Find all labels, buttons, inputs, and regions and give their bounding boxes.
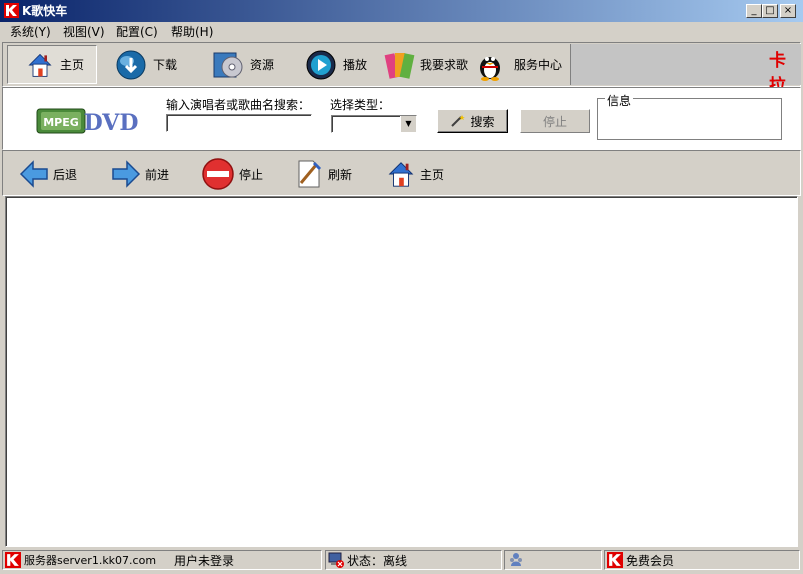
marquee-panel: 卡拉 (570, 44, 801, 96)
resource-cd-icon (213, 52, 243, 77)
refresh-button-label: 刷新 (328, 167, 353, 182)
type-select[interactable]: ▼ (331, 115, 417, 133)
status-connection-panel: 状态：离线 (325, 550, 502, 570)
tab-download-label: 下载 (153, 58, 178, 72)
main-toolbar: 主页 下载 资源 播放 我要求歌 服务中心 卡拉 (2, 42, 801, 96)
users-icon (510, 553, 522, 566)
connection-status: 状态：离线 (347, 553, 408, 568)
tab-play-label: 播放 (343, 58, 368, 72)
request-song-icon (384, 52, 415, 79)
app-logo-icon (4, 3, 19, 18)
mpeg-dvd-logo: MPEG DVD (36, 108, 139, 136)
k-logo-icon (5, 552, 21, 568)
home-icon (28, 53, 52, 77)
back-arrow-icon (19, 160, 48, 188)
close-button[interactable]: × (780, 4, 796, 18)
window-title: K歌快车 (22, 4, 68, 18)
info-label: 信息 (605, 92, 634, 109)
nav-home-button[interactable]: 主页 (386, 159, 444, 189)
tab-home[interactable]: 主页 (7, 45, 97, 84)
download-globe-icon (116, 50, 146, 79)
menu-config[interactable]: 配置(C) (116, 24, 158, 40)
membership-level: 免费会员 (626, 553, 675, 568)
offline-computer-icon (328, 552, 344, 568)
stop-button[interactable]: 停止 (201, 158, 264, 190)
chevron-down-icon[interactable]: ▼ (400, 116, 416, 132)
tab-play[interactable]: 播放 (305, 45, 367, 84)
menu-view[interactable]: 视图(V) (63, 24, 105, 40)
back-button[interactable]: 后退 (19, 159, 77, 189)
forward-button[interactable]: 前进 (111, 159, 169, 189)
menu-bar: 系统(Y) 视图(V) 配置(C) 帮助(H) (0, 22, 803, 42)
wand-icon (451, 115, 466, 127)
forward-arrow-icon (112, 160, 141, 188)
tab-request-song-label: 我要求歌 (420, 58, 469, 72)
menu-help[interactable]: 帮助(H) (171, 24, 213, 40)
stop-icon (202, 158, 234, 190)
minimize-button[interactable]: _ (746, 4, 762, 18)
refresh-icon (298, 160, 322, 188)
status-bar: 服务器server1.kk07.com 用户未登录 状态：离线 免费会员 (0, 548, 803, 574)
nav-home-button-label: 主页 (420, 167, 445, 182)
k-logo-icon (607, 552, 623, 568)
status-membership-panel: 免费会员 (604, 550, 800, 570)
tab-service-center-label: 服务中心 (514, 58, 563, 72)
back-button-label: 后退 (53, 167, 78, 182)
stop-search-button-label: 停止 (542, 114, 567, 129)
tab-home-label: 主页 (60, 58, 85, 72)
stop-search-button[interactable]: 停止 (520, 109, 590, 133)
maximize-button[interactable]: □ (762, 4, 778, 18)
tab-service-center[interactable]: 服务中心 (474, 45, 562, 84)
play-disc-icon (306, 50, 336, 79)
status-users-panel (504, 550, 602, 570)
stop-button-label: 停止 (239, 167, 264, 182)
type-select-label: 选择类型： (330, 98, 391, 112)
search-input[interactable] (166, 114, 312, 132)
tab-request-song[interactable]: 我要求歌 (384, 45, 468, 84)
logo-mpeg-text: MPEG (43, 116, 79, 129)
browser-content-area[interactable] (5, 196, 798, 547)
forward-button-label: 前进 (145, 167, 170, 182)
login-status: 用户未登录 (174, 553, 235, 568)
nav-toolbar: 后退 前进 停止 刷新 主页 (2, 150, 801, 196)
tab-resource[interactable]: 资源 (212, 45, 274, 84)
tab-download[interactable]: 下载 (115, 45, 177, 84)
status-server-panel: 服务器server1.kk07.com 用户未登录 (2, 550, 322, 570)
search-button[interactable]: 搜索 (437, 109, 508, 133)
search-query-label: 输入演唱者或歌曲名搜索： (166, 98, 311, 112)
search-button-label: 搜索 (470, 114, 495, 129)
refresh-button[interactable]: 刷新 (294, 159, 352, 189)
home-icon (388, 162, 414, 187)
service-penguin-icon (480, 56, 500, 81)
search-panel: MPEG DVD 输入演唱者或歌曲名搜索： 选择类型： ▼ 搜索 停止 信息 (2, 87, 801, 150)
menu-system[interactable]: 系统(Y) (10, 24, 51, 40)
server-address: 服务器server1.kk07.com (24, 554, 157, 567)
tab-resource-label: 资源 (250, 58, 275, 72)
title-bar[interactable]: K歌快车 _ □ × (0, 0, 803, 22)
logo-dvd-text: DVD (84, 110, 139, 136)
